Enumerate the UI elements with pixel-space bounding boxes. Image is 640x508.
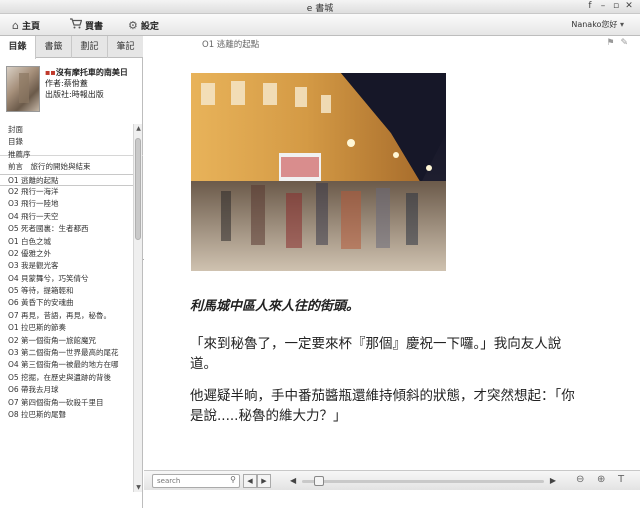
home-icon: ⌂ bbox=[12, 18, 19, 32]
toc-item[interactable]: O4 飛行一天空 bbox=[0, 211, 133, 223]
settings-button[interactable]: ⚙ 設定 bbox=[128, 17, 159, 33]
close-icon[interactable]: ✕ bbox=[623, 1, 635, 11]
toc-item[interactable]: O4 第三個街角一被最的地方在哪 bbox=[0, 359, 133, 371]
toc-item[interactable]: O6 帶我去月球 bbox=[0, 384, 133, 396]
paragraph-1: 「來到秘魯了，一定要來杯『那個』慶祝一下囉。」我向友人說道。 bbox=[190, 336, 562, 372]
toc-item[interactable]: O7 第四個街角一砍殺千里目 bbox=[0, 397, 133, 409]
page-corner-icons[interactable]: ⚑✎ bbox=[606, 38, 634, 48]
toc-item[interactable]: O5 挖掘，在歷史與遺跡的背後 bbox=[0, 372, 133, 384]
book-title: 沒有摩托車的南美日 bbox=[55, 68, 128, 77]
maximize-icon[interactable]: ▫ bbox=[610, 1, 622, 11]
main-toolbar: ⌂ 主頁 買書 ⚙ 設定 Nanako您好 ▾ bbox=[0, 14, 640, 36]
chevron-down-icon: ▾ bbox=[619, 20, 624, 29]
zoom-in-icon[interactable]: ⊕ bbox=[597, 474, 605, 485]
flag-icon: ▪▪ bbox=[45, 68, 56, 77]
toc-item[interactable]: 前言 旅行的開始與結束 bbox=[0, 161, 133, 173]
buy-button[interactable]: 買書 bbox=[70, 17, 103, 33]
home-label: 主頁 bbox=[21, 21, 40, 32]
toc-list: 封面 目錄 推薦序 前言 旅行的開始與結束 O1 逃離的起點 O2 飛行一海洋 O3 飛行一… bbox=[0, 124, 133, 492]
toc-item[interactable]: O4 貝蒙舞兮，巧笑倩兮 bbox=[0, 273, 133, 285]
reading-area: O1 逃離的起點 ⚑✎ 利馬城中區人來人往的街頭。 「來到秘魯了，一定要來杯『那… bbox=[144, 36, 640, 470]
buy-label: 買書 bbox=[85, 21, 104, 32]
toc-item[interactable]: 推薦序 bbox=[0, 149, 133, 161]
toc-item[interactable]: O2 飛行一海洋 bbox=[0, 186, 133, 198]
street-photo bbox=[191, 73, 446, 271]
page-slider[interactable]: ◀ ▶ bbox=[290, 475, 556, 487]
scroll-down-icon[interactable]: ▼ bbox=[134, 484, 143, 491]
search-icon[interactable]: ⚲ bbox=[230, 475, 236, 484]
window-title: e 書城 bbox=[306, 4, 334, 14]
paragraph-2: 他遲疑半晌，手中番茄醬瓶還維持傾斜的狀態，才突然想起：「你是說.....秘魯的維… bbox=[190, 388, 575, 424]
minimize-icon[interactable]: – bbox=[597, 1, 609, 11]
prev-result-button[interactable]: ◀ bbox=[243, 474, 257, 488]
user-menu[interactable]: Nanako您好 ▾ bbox=[571, 19, 624, 30]
user-label: Nanako您好 bbox=[571, 20, 618, 29]
search-input[interactable] bbox=[153, 475, 221, 487]
chapter-heading: O1 逃離的起點 bbox=[202, 40, 260, 50]
next-page-icon[interactable]: ▶ bbox=[550, 476, 556, 485]
toc-item[interactable]: O7 再見，昔語，再見，秘魯。 bbox=[0, 310, 133, 322]
toc-item[interactable]: O1 逃離的起點 bbox=[0, 173, 133, 186]
next-result-button[interactable]: ▶ bbox=[257, 474, 271, 488]
gear-icon: ⚙ bbox=[128, 18, 138, 32]
prev-page-icon[interactable]: ◀ bbox=[290, 476, 296, 485]
search-box: ⚲ bbox=[152, 474, 240, 488]
scroll-thumb[interactable] bbox=[135, 138, 141, 240]
bottom-bar: ⚲ ◀ ▶ ◀ ▶ ⊖ ⊕ T bbox=[144, 470, 640, 490]
fullscreen-icon[interactable]: f bbox=[584, 1, 596, 11]
toc-item[interactable]: O5 等待，提箱輕和 bbox=[0, 285, 133, 297]
toc-item[interactable]: 目錄 bbox=[0, 136, 133, 148]
note-icon[interactable]: ✎ bbox=[620, 38, 634, 48]
zoom-out-icon[interactable]: ⊖ bbox=[576, 474, 584, 485]
toc-item[interactable]: O3 第二個街角一世界最高的尾花 bbox=[0, 347, 133, 359]
toc-item[interactable]: O6 黃昏下的安魂曲 bbox=[0, 297, 133, 309]
tab-toc[interactable]: 目錄 bbox=[0, 36, 36, 59]
toc-item[interactable]: O3 飛行一陸地 bbox=[0, 198, 133, 210]
bookmark-icon[interactable]: ⚑ bbox=[606, 38, 620, 48]
toc-item[interactable]: O1 白色之城 bbox=[0, 236, 133, 248]
toc-item[interactable]: O2 優雅之外 bbox=[0, 248, 133, 260]
toc-item[interactable]: O2 第一個街角一旅館魔咒 bbox=[0, 335, 133, 347]
sidebar-tabs: 目錄 書籤 劃記 筆記 bbox=[0, 36, 143, 59]
book-author: 作者:蔡佾蓋 bbox=[45, 79, 88, 88]
font-size-icon[interactable]: T bbox=[618, 474, 624, 485]
toc-item[interactable]: 封面 bbox=[0, 124, 133, 136]
slider-track[interactable] bbox=[302, 480, 544, 483]
toc-item[interactable]: O1 拉巴斯的節奏 bbox=[0, 322, 133, 334]
photo-caption: 利馬城中區人來人往的街頭。 bbox=[190, 299, 360, 314]
home-button[interactable]: ⌂ 主頁 bbox=[12, 17, 40, 33]
cart-icon bbox=[70, 18, 83, 32]
toc-scrollbar[interactable]: ▲ ▼ bbox=[133, 124, 142, 492]
book-publisher: 出版社:時報出版 bbox=[45, 90, 104, 99]
sidebar: 目錄 書籤 劃記 筆記 ▪▪沒有摩托車的南美日 作者:蔡佾蓋 出版社:時報出版 … bbox=[0, 36, 143, 508]
slider-knob[interactable] bbox=[313, 476, 324, 486]
tab-notes[interactable]: 筆記 bbox=[108, 36, 143, 58]
tab-bookmarks[interactable]: 書籤 bbox=[36, 36, 72, 58]
tab-highlights[interactable]: 劃記 bbox=[72, 36, 108, 58]
scroll-up-icon[interactable]: ▲ bbox=[134, 125, 143, 132]
toc-item[interactable]: O8 拉巴斯的尾聲 bbox=[0, 409, 133, 421]
toc-item[interactable]: O5 死者國裏：生者都西 bbox=[0, 223, 133, 235]
title-bar: e 書城 f – ▫ ✕ bbox=[0, 0, 640, 14]
book-cover bbox=[6, 66, 40, 112]
toc-item[interactable]: O3 我是觀光客 bbox=[0, 260, 133, 272]
settings-label: 設定 bbox=[140, 21, 159, 32]
